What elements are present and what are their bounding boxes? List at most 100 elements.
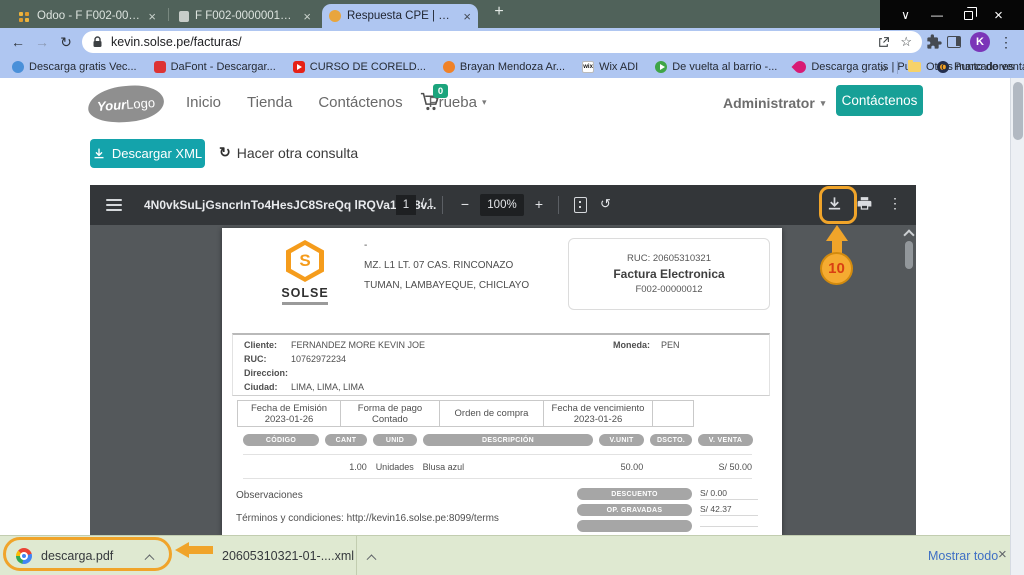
bookmark-label: De vuelta al barrio -... bbox=[672, 61, 777, 73]
tab-close-icon[interactable]: × bbox=[148, 9, 156, 24]
fit-page-icon[interactable] bbox=[574, 197, 587, 213]
tab-respuesta-cpe[interactable]: Respuesta CPE | My Website × bbox=[322, 4, 478, 28]
close-window-icon[interactable]: × bbox=[994, 7, 1003, 24]
pdf-more-icon[interactable]: ⋮ bbox=[887, 195, 903, 212]
window-menu-icon[interactable]: ∨ bbox=[901, 8, 910, 22]
logo-text-light: Logo bbox=[126, 94, 156, 111]
total-row: OP. GRAVADASS/ 42.37 bbox=[577, 504, 758, 516]
address-bar[interactable]: kevin.solse.pe/facturas/ ☆ bbox=[82, 31, 922, 53]
chevron-up-icon[interactable] bbox=[367, 554, 377, 564]
observaciones-label: Observaciones bbox=[236, 490, 303, 501]
zoom-in-icon[interactable]: + bbox=[530, 196, 548, 212]
browser-menu-icon[interactable]: ⋮ bbox=[994, 34, 1018, 51]
invoice-address: - MZ. L1 LT. 07 CAS. RINCONAZO TUMAN, LA… bbox=[364, 236, 529, 296]
download-icon bbox=[93, 147, 105, 160]
reload-icon[interactable]: ↻ bbox=[54, 34, 78, 51]
refresh-icon: ↻ bbox=[219, 144, 231, 161]
download-xml-label: Descargar XML bbox=[112, 146, 202, 161]
divider bbox=[897, 61, 898, 74]
bookmark-label: CURSO DE CORELD... bbox=[310, 61, 426, 73]
tab-close-icon[interactable]: × bbox=[463, 9, 471, 24]
bookmark-item[interactable]: CURSO DE CORELD... bbox=[293, 61, 426, 73]
bookmark-label: Descarga gratis Vec... bbox=[29, 61, 137, 73]
wix-icon: wix bbox=[582, 61, 594, 73]
tab-title: Respuesta CPE | My Website bbox=[347, 10, 457, 22]
tab-title: F F002-00000012.pdf bbox=[195, 10, 297, 22]
rotate-icon[interactable]: ↺ bbox=[600, 196, 611, 212]
annotation-highlight-download bbox=[819, 186, 857, 224]
pdf-scroll-up-icon[interactable] bbox=[904, 228, 913, 237]
other-bookmarks-label: Otros marcadores bbox=[926, 61, 1014, 73]
bookmark-item[interactable]: Brayan Mendoza Ar... bbox=[443, 61, 565, 73]
pdf-toolbar: 4N0vkSuLjGsncrInTo4HesJC8SreQq lRQVa1CR8… bbox=[90, 185, 916, 225]
zoom-level[interactable]: 100% bbox=[480, 194, 524, 216]
pdf-menu-icon[interactable] bbox=[106, 199, 122, 211]
invoice-page: S SOLSE - MZ. L1 LT. 07 CAS. RINCONAZO T… bbox=[222, 228, 782, 535]
url-text[interactable]: kevin.solse.pe/facturas/ bbox=[111, 35, 869, 49]
page-number-input[interactable]: 1 bbox=[396, 195, 416, 215]
bookmark-item[interactable]: De vuelta al barrio -... bbox=[655, 61, 777, 73]
bookmarks-overflow-icon[interactable]: » bbox=[880, 60, 887, 75]
download-file-name: 20605310321-01-....xml bbox=[222, 549, 354, 563]
bookmark-item[interactable]: wixWix ADI bbox=[582, 61, 638, 73]
contact-button[interactable]: Contáctenos bbox=[836, 85, 923, 116]
download-item-xml[interactable]: 20605310321-01-....xml bbox=[222, 536, 375, 575]
invoice-brand: SOLSE bbox=[272, 286, 338, 300]
tab-separator bbox=[168, 8, 169, 21]
page-count: / 1 bbox=[421, 198, 434, 210]
show-all-downloads-link[interactable]: Mostrar todo bbox=[928, 549, 998, 563]
logo-text-bold: Your bbox=[97, 97, 127, 114]
browser-toolbar: ← → ↻ kevin.solse.pe/facturas/ ☆ K ⋮ bbox=[0, 28, 1024, 56]
page-content: YourLogo Inicio Tienda Contáctenos Prueb… bbox=[0, 78, 1024, 535]
cart-button[interactable]: 0 bbox=[420, 91, 441, 117]
download-xml-button[interactable]: Descargar XML bbox=[90, 139, 205, 168]
back-icon[interactable]: ← bbox=[6, 34, 30, 50]
bookmark-favicon-icon bbox=[12, 61, 24, 73]
bookmark-item[interactable]: Descarga gratis Vec... bbox=[12, 61, 137, 73]
pdf-scrollbar-thumb[interactable] bbox=[905, 241, 913, 269]
minimize-icon[interactable]: — bbox=[931, 8, 943, 22]
share-icon[interactable] bbox=[877, 36, 890, 49]
restore-icon[interactable] bbox=[964, 11, 973, 20]
odoo-favicon-icon bbox=[19, 12, 23, 16]
print-icon[interactable] bbox=[857, 197, 872, 216]
annotation-highlight-pdf-chip bbox=[3, 537, 172, 571]
invoice-ruc: RUC: 20605310321 bbox=[627, 253, 711, 264]
zoom-out-icon[interactable]: − bbox=[456, 196, 474, 212]
youtube-icon bbox=[293, 61, 305, 73]
bookmark-star-icon[interactable]: ☆ bbox=[900, 34, 912, 50]
tab-odoo[interactable]: Odoo - F F002-00000012 (Shop/ × bbox=[10, 4, 163, 28]
site-logo[interactable]: YourLogo bbox=[87, 83, 165, 124]
user-menu-label: Administrator bbox=[723, 95, 815, 111]
page-scrollbar[interactable] bbox=[1010, 78, 1024, 575]
new-tab-button[interactable]: + bbox=[488, 3, 510, 21]
caret-down-icon: ▾ bbox=[482, 97, 487, 108]
play-icon bbox=[655, 61, 667, 73]
page-scrollbar-thumb[interactable] bbox=[1013, 82, 1023, 140]
brand-tagline-bar bbox=[282, 302, 328, 305]
extensions-icon[interactable] bbox=[926, 34, 942, 50]
annotation-step-badge: 10 bbox=[820, 252, 853, 285]
user-menu[interactable]: Administrator ▾ bbox=[723, 95, 825, 111]
invoice-doc-type: Factura Electronica bbox=[613, 267, 724, 281]
forward-icon: → bbox=[30, 34, 54, 50]
nav-tienda[interactable]: Tienda bbox=[247, 94, 292, 111]
nav-contactenos[interactable]: Contáctenos bbox=[318, 94, 402, 111]
side-panel-icon[interactable] bbox=[947, 36, 961, 48]
other-bookmarks-folder[interactable]: Otros marcadores bbox=[908, 61, 1014, 73]
nav-inicio[interactable]: Inicio bbox=[186, 94, 221, 111]
close-downloads-icon[interactable]: × bbox=[998, 546, 1007, 563]
caret-down-icon: ▾ bbox=[821, 98, 826, 109]
tab-pdf[interactable]: F F002-00000012.pdf × bbox=[172, 4, 318, 28]
pdf-viewer: 4N0vkSuLjGsncrInTo4HesJC8SreQq lRQVa1CR8… bbox=[90, 185, 916, 535]
bookmark-item[interactable]: DaFont - Descargar... bbox=[154, 61, 276, 73]
requery-link[interactable]: ↻ Hacer otra consulta bbox=[219, 144, 358, 161]
pdf-canvas: S SOLSE - MZ. L1 LT. 07 CAS. RINCONAZO T… bbox=[90, 225, 916, 535]
pdf-favicon-icon bbox=[179, 11, 189, 22]
tab-close-icon[interactable]: × bbox=[303, 9, 311, 24]
tab-title: Odoo - F F002-00000012 (Shop/ bbox=[37, 10, 142, 22]
requery-label: Hacer otra consulta bbox=[237, 145, 358, 161]
invoice-doc-number: F002-00000012 bbox=[635, 284, 702, 295]
bookmark-favicon-icon bbox=[792, 59, 809, 76]
profile-avatar[interactable]: K bbox=[970, 32, 990, 52]
